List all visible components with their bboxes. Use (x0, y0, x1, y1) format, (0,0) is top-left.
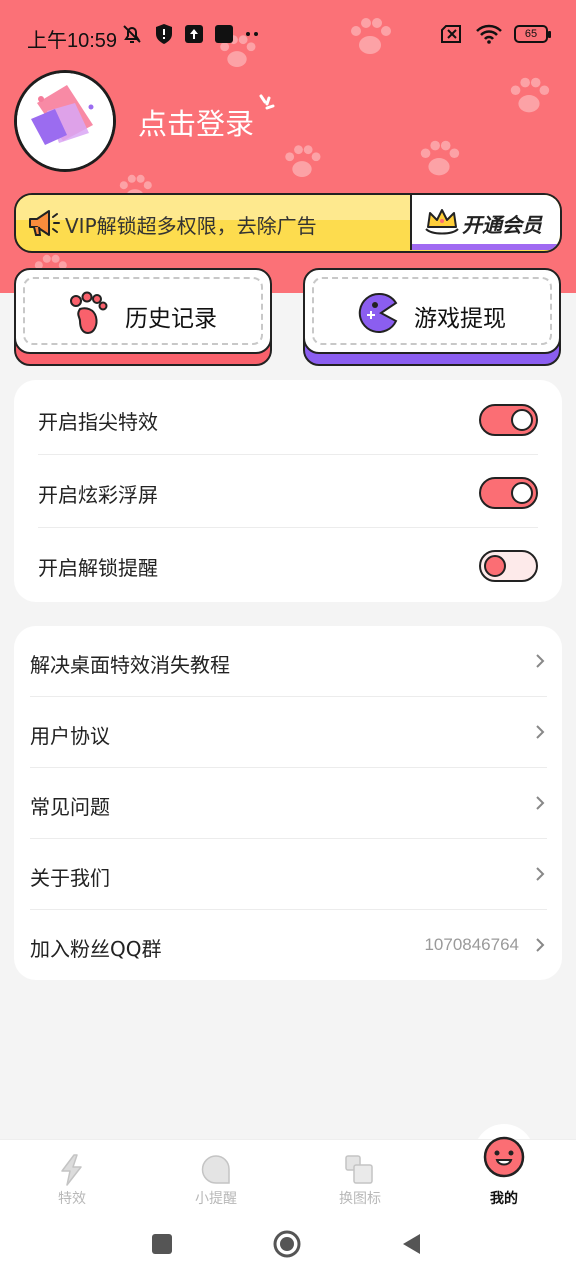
paw-decoration-icon (285, 145, 321, 177)
menu-item-about-us[interactable]: 关于我们 (30, 839, 547, 910)
history-card[interactable]: 历史记录 (14, 268, 272, 366)
login-link[interactable]: 点击登录 (138, 101, 254, 143)
upload-icon (185, 25, 203, 43)
history-label: 历史记录 (125, 306, 217, 332)
chevron-right-icon (536, 867, 545, 881)
toggle-label: 开启炫彩浮屏 (38, 483, 158, 507)
menu-item-label: 加入粉丝QQ群 (30, 937, 162, 961)
menu-item-desktop-effect-tutorial[interactable]: 解决桌面特效消失教程 (30, 626, 547, 697)
colorful-float-switch[interactable] (479, 477, 538, 509)
vip-promo-text: VIP解锁超多权限，去除广告 (65, 214, 317, 238)
history-card-face: 历史记录 (14, 268, 272, 354)
chevron-right-icon (536, 938, 545, 952)
tab-label: 我的 (490, 1191, 518, 1207)
membership-underline (412, 244, 560, 250)
unlock-reminder-switch[interactable] (479, 550, 538, 582)
paw-decoration-icon (510, 77, 550, 113)
menu-panel: 解决桌面特效消失教程 用户协议 常见问题 关于我们 加入粉丝QQ群 107084… (14, 626, 562, 980)
switch-knob (511, 482, 533, 504)
toggle-label: 开启解锁提醒 (38, 556, 158, 580)
home-button[interactable] (272, 1229, 302, 1259)
sparkle-icon (259, 94, 275, 110)
footprint-icon (70, 291, 108, 335)
qq-group-number: 1070846764 (424, 935, 519, 954)
chevron-right-icon (536, 654, 545, 668)
tab-change-icon[interactable]: 换图标 (288, 1140, 432, 1212)
app-logo-icon (17, 73, 113, 169)
wifi-icon (476, 24, 502, 44)
menu-item-label: 常见问题 (30, 795, 110, 819)
chevron-right-icon (536, 725, 545, 739)
game-pacman-icon (358, 292, 398, 333)
megaphone-icon (29, 210, 60, 236)
image-swap-icon (345, 1155, 373, 1184)
menu-item-faq[interactable]: 常见问题 (30, 768, 547, 839)
status-notifications (120, 22, 260, 46)
mute-bell-icon (123, 25, 141, 43)
status-system: 65 (440, 24, 551, 44)
recent-apps-button[interactable] (150, 1232, 174, 1256)
toggle-row-unlock-reminder: 开启解锁提醒 (38, 528, 538, 601)
toggle-row-fingertip-effect: 开启指尖特效 (38, 382, 538, 455)
toggle-label: 开启指尖特效 (38, 410, 158, 434)
tab-label: 小提醒 (195, 1191, 237, 1207)
no-sim-icon (441, 25, 461, 43)
game-withdraw-label: 游戏提现 (414, 306, 506, 332)
menu-item-label: 解决桌面特效消失教程 (30, 653, 230, 677)
vip-banner[interactable]: VIP解锁超多权限，去除广告 开通会员 (14, 193, 562, 253)
tab-effects[interactable]: 特效 (0, 1140, 144, 1212)
chevron-right-icon (536, 796, 545, 810)
status-time: 上午10:59 (27, 30, 118, 52)
game-card-face: 游戏提现 (303, 268, 561, 354)
open-membership-label: 开通会员 (462, 213, 542, 237)
menu-item-label: 用户协议 (30, 724, 110, 748)
game-withdraw-card[interactable]: 游戏提现 (303, 268, 561, 366)
toggle-row-colorful-float: 开启炫彩浮屏 (38, 455, 538, 528)
tab-reminder[interactable]: 小提醒 (144, 1140, 288, 1212)
switch-knob (511, 409, 533, 431)
status-bar: 上午10:59 65 (0, 16, 576, 56)
tab-label: 换图标 (339, 1191, 381, 1207)
menu-item-user-agreement[interactable]: 用户协议 (30, 697, 547, 768)
menu-item-join-qq-group[interactable]: 加入粉丝QQ群 1070846764 (30, 910, 547, 981)
crown-icon (425, 209, 459, 235)
avatar[interactable] (14, 70, 116, 172)
settings-toggle-panel: 开启指尖特效 开启炫彩浮屏 开启解锁提醒 (14, 380, 562, 602)
shield-icon (156, 24, 172, 44)
battery-indicator: 65 (514, 25, 551, 43)
smiley-face-icon (483, 1136, 525, 1178)
bottom-tab-bar: 特效 小提醒 换图标 我的 (0, 1136, 576, 1212)
paw-decoration-icon (420, 140, 460, 176)
system-nav-bar (0, 1211, 576, 1280)
tab-label: 特效 (58, 1191, 86, 1207)
more-dots-icon (246, 32, 258, 36)
back-button[interactable] (400, 1232, 424, 1256)
bubble-icon (201, 1155, 230, 1184)
menu-item-label: 关于我们 (30, 866, 110, 890)
fingertip-effect-switch[interactable] (479, 404, 538, 436)
switch-knob (484, 555, 506, 577)
open-membership-button[interactable]: 开通会员 (410, 195, 560, 250)
app-square-icon (215, 25, 233, 43)
tab-mine[interactable]: 我的 (432, 1136, 576, 1212)
lightning-icon (61, 1154, 82, 1186)
